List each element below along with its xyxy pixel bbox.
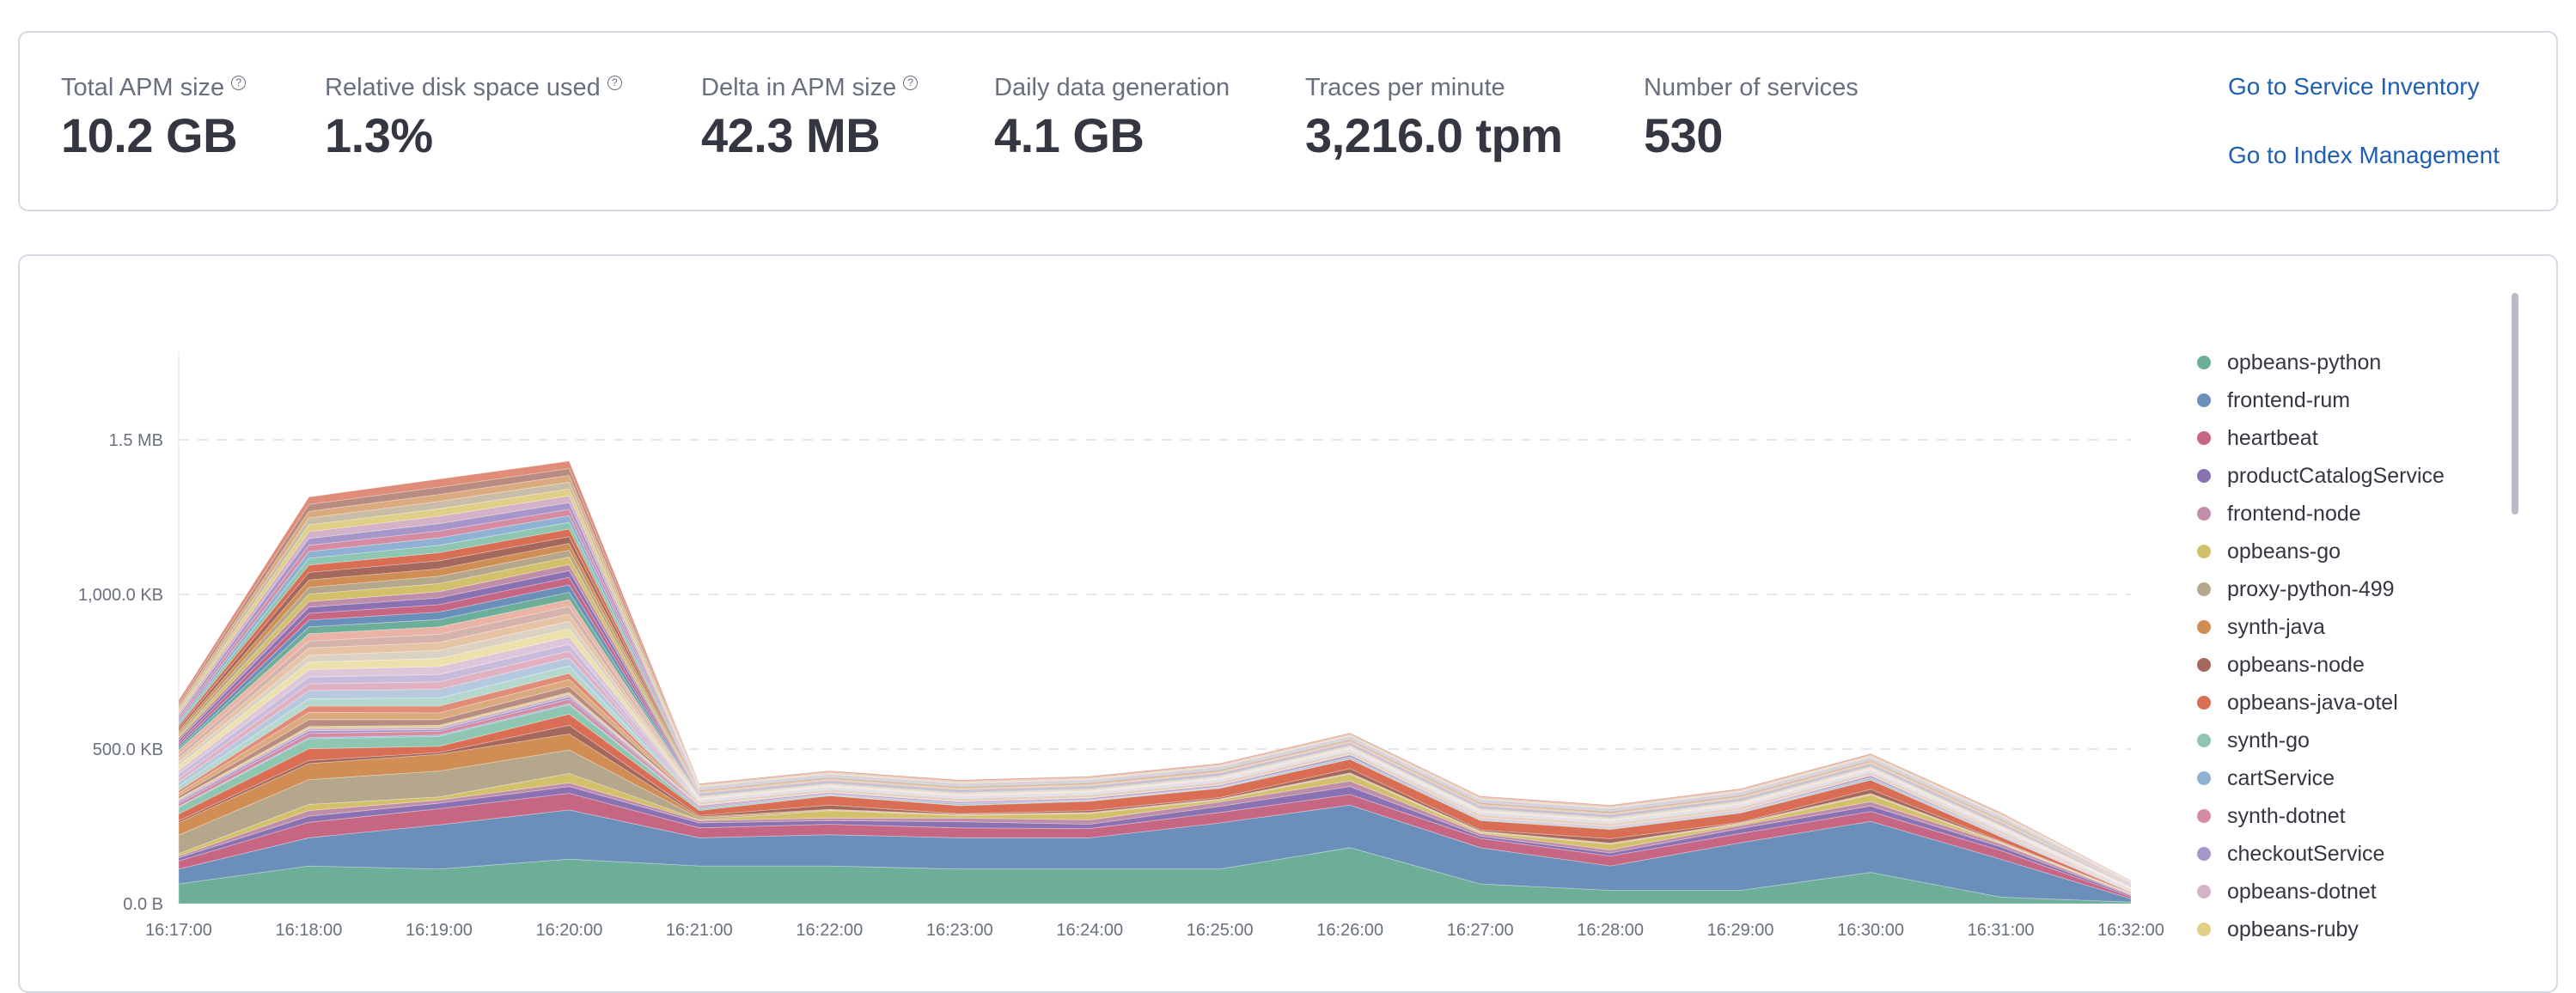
legend-item[interactable]: cartService — [2195, 759, 2470, 797]
legend-label: checkoutService — [2227, 841, 2385, 866]
legend-color-dot-icon — [2197, 885, 2211, 899]
legend-item[interactable]: synth-go — [2195, 722, 2470, 759]
y-tick-label: 1.5 MB — [109, 431, 163, 450]
legend-color-dot-icon — [2197, 847, 2211, 861]
legend-item[interactable]: synth-dotnet — [2195, 797, 2470, 835]
x-tick-label: 16:30:00 — [1837, 921, 1904, 940]
x-tick-label: 16:29:00 — [1707, 921, 1774, 940]
legend-label: opbeans-java-otel — [2227, 690, 2398, 715]
legend-item[interactable]: opbeans-go — [2195, 533, 2470, 570]
x-tick-label: 16:21:00 — [666, 921, 733, 940]
legend-item[interactable]: frontend-rum — [2195, 381, 2470, 419]
legend-label: synth-java — [2227, 614, 2325, 639]
legend-label: synth-dotnet — [2227, 803, 2346, 828]
legend-label: opbeans-go — [2227, 539, 2341, 564]
legend-color-dot-icon — [2197, 923, 2211, 936]
x-tick-label: 16:18:00 — [276, 921, 343, 940]
legend-item[interactable]: opbeans-python — [2195, 344, 2470, 381]
legend-color-dot-icon — [2197, 469, 2211, 483]
legend-item[interactable]: heartbeat — [2195, 419, 2470, 457]
legend-color-dot-icon — [2197, 771, 2211, 785]
legend-item[interactable]: frontend-node — [2195, 495, 2470, 533]
legend-item[interactable]: opbeans-ruby — [2195, 911, 2470, 948]
legend-item[interactable]: productCatalogService — [2195, 457, 2470, 495]
legend-label: frontend-node — [2227, 501, 2361, 526]
legend-label: opbeans-ruby — [2227, 917, 2359, 941]
x-tick-label: 16:28:00 — [1577, 921, 1644, 940]
x-tick-label: 16:32:00 — [2097, 921, 2164, 940]
legend-label: proxy-python-499 — [2227, 576, 2395, 601]
legend-label: productCatalogService — [2227, 463, 2445, 488]
legend-item[interactable]: opbeans-java-otel — [2195, 684, 2470, 722]
legend-color-dot-icon — [2197, 658, 2211, 672]
legend-item[interactable]: checkoutService — [2195, 835, 2470, 873]
x-tick-label: 16:17:00 — [145, 921, 212, 940]
x-tick-label: 16:31:00 — [1968, 921, 2035, 940]
y-tick-label: 0.0 B — [123, 895, 163, 914]
legend-label: cartService — [2227, 765, 2335, 790]
legend-color-dot-icon — [2197, 545, 2211, 558]
legend-label: heartbeat — [2227, 425, 2318, 450]
legend-color-dot-icon — [2197, 582, 2211, 596]
legend-color-dot-icon — [2197, 734, 2211, 747]
legend-color-dot-icon — [2197, 507, 2211, 521]
legend-color-dot-icon — [2197, 696, 2211, 710]
storage-chart: 0.0 B 500.0 KB 1,000.0 KB 1.5 MB 16:17:00 16:… — [78, 352, 2164, 940]
legend-label: frontend-rum — [2227, 387, 2351, 412]
legend-item[interactable]: opbeans-node — [2195, 646, 2470, 684]
chart-legend: opbeans-python frontend-rum heartbeat produ… — [2195, 344, 2470, 948]
legend-color-dot-icon — [2197, 620, 2211, 634]
x-tick-label: 16:22:00 — [796, 921, 863, 940]
area-layer — [178, 460, 2132, 905]
legend-item[interactable]: synth-java — [2195, 608, 2470, 646]
y-tick-label: 500.0 KB — [93, 740, 163, 759]
legend-item[interactable]: opbeans-dotnet — [2195, 873, 2470, 911]
x-tick-label: 16:23:00 — [926, 921, 993, 940]
legend-color-dot-icon — [2197, 809, 2211, 823]
x-tick-label: 16:19:00 — [406, 921, 473, 940]
x-tick-label: 16:20:00 — [535, 921, 602, 940]
legend-label: opbeans-python — [2227, 350, 2382, 375]
legend-label: synth-go — [2227, 728, 2310, 752]
x-tick-label: 16:25:00 — [1187, 921, 1254, 940]
legend-color-dot-icon — [2197, 356, 2211, 369]
legend-label: opbeans-node — [2227, 652, 2365, 677]
y-tick-label: 1,000.0 KB — [78, 586, 163, 605]
x-tick-label: 16:26:00 — [1316, 921, 1383, 940]
legend-label: opbeans-dotnet — [2227, 879, 2377, 904]
legend-color-dot-icon — [2197, 431, 2211, 445]
legend-color-dot-icon — [2197, 393, 2211, 407]
legend-scrollbar[interactable] — [2512, 293, 2518, 515]
legend-item[interactable]: proxy-python-499 — [2195, 570, 2470, 608]
x-tick-label: 16:27:00 — [1447, 921, 1514, 940]
x-tick-label: 16:24:00 — [1056, 921, 1123, 940]
